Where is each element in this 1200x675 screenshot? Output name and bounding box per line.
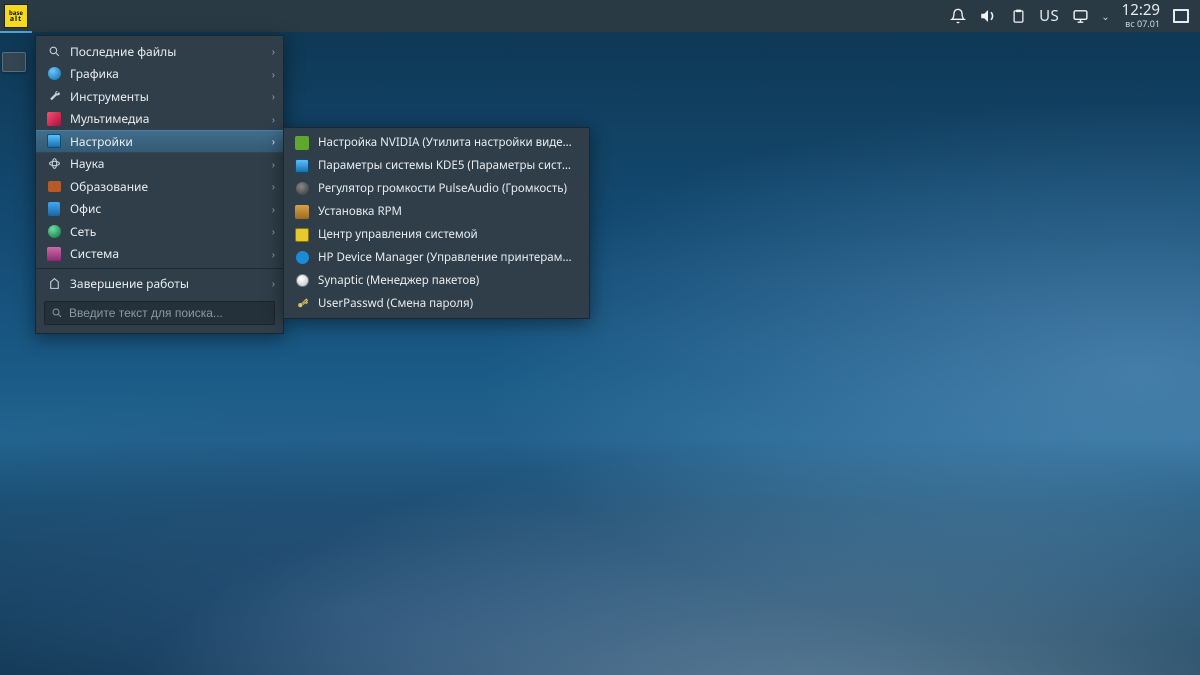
globe-icon bbox=[46, 223, 62, 239]
menu-item-label: Завершение работы bbox=[70, 275, 265, 292]
show-desktop-button[interactable] bbox=[1172, 7, 1190, 25]
control-center-icon bbox=[294, 227, 310, 243]
chevron-right-icon: › bbox=[265, 67, 275, 81]
submenu-item-label: Параметры системы KDE5 (Параметры систем… bbox=[318, 158, 577, 173]
key-icon bbox=[294, 296, 310, 312]
submenu-item-label: HP Device Manager (Управление принтерами… bbox=[318, 250, 577, 265]
submenu-item-control-center[interactable]: Центр управления системой bbox=[284, 223, 589, 246]
menu-item-label: Графика bbox=[70, 65, 265, 82]
menu-item-system[interactable]: Система › bbox=[36, 243, 283, 266]
office-icon bbox=[46, 201, 62, 217]
menu-item-recent-files[interactable]: Последние файлы › bbox=[36, 40, 283, 63]
chevron-right-icon: › bbox=[265, 89, 275, 103]
submenu-item-userpasswd[interactable]: UserPasswd (Смена пароля) bbox=[284, 292, 589, 315]
chevron-right-icon: › bbox=[265, 202, 275, 216]
chevron-right-icon: › bbox=[265, 179, 275, 193]
chevron-right-icon: › bbox=[265, 134, 275, 148]
chevron-right-icon: › bbox=[265, 44, 275, 58]
submenu-item-hp-device-manager[interactable]: HP Device Manager (Управление принтерами… bbox=[284, 246, 589, 269]
submenu-item-label: Регулятор громкости PulseAudio (Громкост… bbox=[318, 181, 577, 196]
menu-item-office[interactable]: Офис › bbox=[36, 198, 283, 221]
menu-item-network[interactable]: Сеть › bbox=[36, 220, 283, 243]
submenu-item-synaptic[interactable]: Synaptic (Менеджер пакетов) bbox=[284, 269, 589, 292]
notifications-icon[interactable] bbox=[949, 7, 967, 25]
package-icon bbox=[294, 204, 310, 220]
submenu-item-kde-settings[interactable]: Параметры системы KDE5 (Параметры систем… bbox=[284, 154, 589, 177]
menu-item-label: Последние файлы bbox=[70, 43, 265, 60]
submenu-item-label: Установка RPM bbox=[318, 204, 577, 219]
menu-item-graphics[interactable]: Графика › bbox=[36, 63, 283, 86]
synaptic-icon bbox=[294, 273, 310, 289]
volume-control-icon bbox=[294, 181, 310, 197]
submenu-item-label: Synaptic (Менеджер пакетов) bbox=[318, 273, 577, 288]
chevron-right-icon: › bbox=[265, 112, 275, 126]
system-tray: US ⌄ 12:29 вс 07.01 bbox=[939, 0, 1200, 32]
menu-item-label: Настройки bbox=[70, 133, 265, 150]
clock-widget[interactable]: 12:29 вс 07.01 bbox=[1122, 3, 1160, 28]
leave-icon bbox=[46, 275, 62, 291]
settings-icon bbox=[46, 133, 62, 149]
menu-item-label: Инструменты bbox=[70, 88, 265, 105]
menu-item-label: Система bbox=[70, 245, 265, 262]
multimedia-icon bbox=[46, 111, 62, 127]
menu-item-education[interactable]: Образование › bbox=[36, 175, 283, 198]
chevron-right-icon: › bbox=[265, 157, 275, 171]
submenu-item-pulseaudio[interactable]: Регулятор громкости PulseAudio (Громкост… bbox=[284, 177, 589, 200]
kde-settings-icon bbox=[294, 158, 310, 174]
search-input[interactable] bbox=[69, 306, 268, 320]
chevron-right-icon: › bbox=[265, 224, 275, 238]
system-icon bbox=[46, 246, 62, 262]
menu-separator bbox=[36, 268, 283, 269]
menu-item-label: Мультимедиа bbox=[70, 110, 265, 127]
submenu-item-rpm-install[interactable]: Установка RPM bbox=[284, 200, 589, 223]
volume-icon[interactable] bbox=[979, 7, 997, 25]
task-manager bbox=[2, 52, 32, 78]
chevron-right-icon: › bbox=[265, 247, 275, 261]
app-launcher-button[interactable]: base alt bbox=[0, 0, 32, 32]
menu-item-settings[interactable]: Настройки › bbox=[36, 130, 283, 153]
keyboard-layout-indicator[interactable]: US bbox=[1039, 6, 1059, 26]
menu-item-label: Офис bbox=[70, 200, 265, 217]
settings-submenu: Настройка NVIDIA (Утилита настройки виде… bbox=[283, 127, 590, 319]
menu-item-science[interactable]: Наука › bbox=[36, 153, 283, 176]
network-icon[interactable] bbox=[1071, 7, 1089, 25]
graphics-icon bbox=[46, 66, 62, 82]
search-icon bbox=[46, 43, 62, 59]
basealt-logo-icon: base alt bbox=[4, 4, 28, 28]
application-menu: Последние файлы › Графика › Инструменты … bbox=[35, 35, 284, 334]
search-icon bbox=[51, 307, 63, 319]
education-icon bbox=[46, 178, 62, 194]
nvidia-icon bbox=[294, 135, 310, 151]
submenu-item-label: Настройка NVIDIA (Утилита настройки виде… bbox=[318, 135, 577, 150]
wrench-icon bbox=[46, 88, 62, 104]
chevron-right-icon: › bbox=[265, 276, 275, 290]
top-panel: base alt US ⌄ 12:29 вс 07.01 bbox=[0, 0, 1200, 32]
menu-item-label: Сеть bbox=[70, 223, 265, 240]
clock-date: вс 07.01 bbox=[1122, 19, 1160, 28]
clipboard-icon[interactable] bbox=[1009, 7, 1027, 25]
submenu-item-label: UserPasswd (Смена пароля) bbox=[318, 296, 577, 311]
menu-item-tools[interactable]: Инструменты › bbox=[36, 85, 283, 108]
menu-item-leave[interactable]: Завершение работы › bbox=[36, 272, 283, 295]
menu-item-label: Образование bbox=[70, 178, 265, 195]
menu-item-label: Наука bbox=[70, 155, 265, 172]
submenu-item-label: Центр управления системой bbox=[318, 227, 577, 242]
task-item-icon[interactable] bbox=[2, 52, 26, 72]
tray-expand-icon[interactable]: ⌄ bbox=[1101, 9, 1109, 23]
submenu-item-nvidia[interactable]: Настройка NVIDIA (Утилита настройки виде… bbox=[284, 131, 589, 154]
science-icon bbox=[46, 156, 62, 172]
menu-item-multimedia[interactable]: Мультимедиа › bbox=[36, 108, 283, 131]
hp-icon bbox=[294, 250, 310, 266]
menu-search-field[interactable] bbox=[44, 301, 275, 325]
